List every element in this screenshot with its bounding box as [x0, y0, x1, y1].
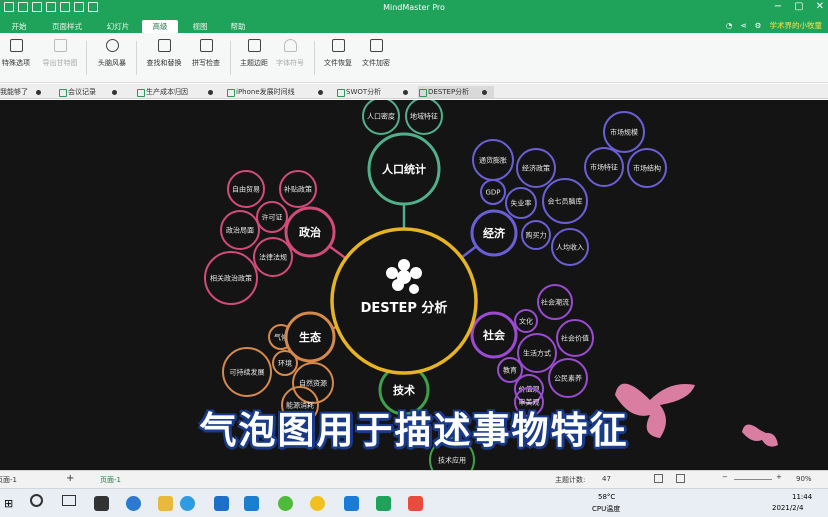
export-gantt-button[interactable]: 导出甘特图	[40, 39, 80, 68]
zoom-out-icon[interactable]: −	[722, 473, 728, 481]
tab-page-style[interactable]: 页面样式	[44, 20, 90, 33]
wechat-icon[interactable]	[278, 496, 293, 511]
user-name[interactable]: 学术界的小牧童	[770, 20, 823, 31]
doc-tab[interactable]: 会议记录	[58, 86, 118, 98]
page-selector[interactable]: 页面-1	[0, 475, 17, 485]
recorder-icon[interactable]	[408, 496, 423, 511]
settings-icon[interactable]: ⚙	[755, 21, 762, 30]
margin-icon	[247, 39, 261, 52]
ribbon-toolbar: 特殊选项 导出甘特图 头脑风暴 查找和替换 拼写检查 主题边距 字体符号 文件恢…	[0, 33, 828, 83]
options-icon	[9, 39, 23, 52]
share-icon[interactable]: ⋖	[740, 21, 746, 30]
document-tabs: 我能够了 会议记录 生产成本归因 iPhone发展时间线 SWOT分析 DEST…	[0, 84, 828, 99]
app-icon[interactable]	[310, 496, 325, 511]
video-subtitle: 气泡图用于描述事物特征	[199, 409, 629, 452]
clock-date: 2021/2/4	[772, 504, 804, 512]
search-icon[interactable]	[30, 494, 43, 507]
menu-bar: 开始 页面样式 幻灯片 高级 视图 帮助	[0, 18, 828, 33]
find-icon	[157, 39, 171, 52]
spellcheck-icon	[199, 39, 213, 52]
tab-start[interactable]: 开始	[4, 20, 34, 33]
tab-slides[interactable]: 幻灯片	[98, 20, 138, 33]
lightbulb-icon	[105, 39, 119, 52]
brainstorm-button[interactable]: 头脑风暴	[92, 39, 132, 68]
windows-start-icon[interactable]: ⊞	[4, 497, 13, 510]
gantt-icon	[53, 39, 67, 52]
maximize-icon[interactable]: ▢	[794, 1, 803, 12]
page-tab[interactable]: 页面-1	[100, 475, 121, 485]
find-replace-button[interactable]: 查找和替换	[144, 39, 184, 68]
doc-tab[interactable]: SWOT分析	[336, 86, 410, 98]
wps-icon[interactable]	[344, 496, 359, 511]
file-recovery-button[interactable]: 文件恢复	[318, 39, 358, 68]
spell-check-button[interactable]: 拼写检查	[186, 39, 226, 68]
window-title: MindMaster Pro	[383, 3, 445, 12]
close-icon[interactable]: ✕	[816, 1, 824, 12]
special-options-button[interactable]: 特殊选项	[0, 39, 36, 68]
topic-margin-button[interactable]: 主题边距	[234, 39, 274, 68]
file-encrypt-button[interactable]: 文件加密	[356, 39, 396, 68]
fit-page-icon[interactable]	[654, 474, 663, 483]
store-icon[interactable]	[214, 496, 229, 511]
status-bar: 页面-1 + 页面-1 主题计数: 47 − + 90%	[0, 470, 828, 488]
topic-count-label: 主题计数:	[555, 476, 586, 484]
topic-count: 47	[602, 475, 611, 483]
add-page-icon[interactable]: +	[66, 473, 74, 484]
font-symbol-button[interactable]: 字体符号	[270, 39, 310, 68]
mindmaster-icon[interactable]	[376, 496, 391, 511]
tab-view[interactable]: 视图	[184, 20, 216, 33]
zoom-in-icon[interactable]: +	[776, 473, 782, 481]
recovery-icon	[331, 39, 345, 52]
edge-browser-icon[interactable]	[180, 496, 195, 511]
ie-browser-icon[interactable]	[126, 496, 141, 511]
mail-icon[interactable]	[244, 496, 259, 511]
font-icon	[283, 39, 297, 52]
minimize-icon[interactable]: −	[774, 1, 782, 12]
tab-advanced[interactable]: 高级	[142, 20, 178, 33]
title-bar: MindMaster Pro − ▢ ✕	[0, 0, 828, 18]
user-icon[interactable]: ◔	[726, 21, 733, 30]
cpu-temp: 58°C	[598, 493, 616, 501]
task-view-icon[interactable]	[62, 495, 76, 506]
lock-icon	[369, 39, 383, 52]
taskbar: ⊞ 58°C CPU温度 11:44 2021/2/4	[0, 488, 828, 517]
pinwheel-app-icon[interactable]	[94, 496, 109, 511]
zoom-slider[interactable]	[734, 479, 772, 480]
fullscreen-icon[interactable]	[676, 474, 685, 483]
doc-tab[interactable]: 生产成本归因	[136, 86, 214, 98]
file-explorer-icon[interactable]	[158, 496, 173, 511]
cpu-temp-label: CPU温度	[592, 505, 621, 513]
clock-time: 11:44	[792, 493, 813, 501]
doc-tab[interactable]: iPhone发展时间线	[226, 86, 326, 98]
zoom-level: 90%	[796, 475, 812, 483]
tab-help[interactable]: 帮助	[222, 20, 254, 33]
